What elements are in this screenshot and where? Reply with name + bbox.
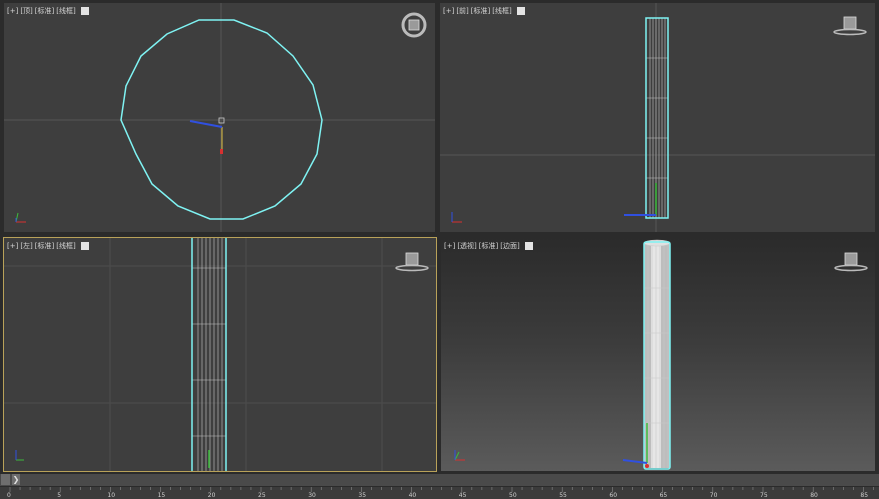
transform-gizmo-icon: [189, 117, 225, 154]
time-slider-handle[interactable]: [1, 474, 10, 485]
frame-ruler[interactable]: 0 5 10 15 20 25 30 35 40 45 50 55 60 65 70 75 80 85: [0, 487, 879, 499]
viewport-display-mode[interactable]: [边面]: [500, 240, 519, 252]
cylinder-front-wire: [646, 18, 668, 218]
ruler-tick-label: 45: [458, 492, 467, 499]
viewcube-icon[interactable]: [400, 11, 428, 39]
ruler-tick-label: 10: [107, 492, 116, 499]
viewcube-icon[interactable]: [395, 251, 429, 273]
viewport-display-mode[interactable]: [线框]: [492, 5, 511, 17]
viewport-top[interactable]: [+] [顶] [标准] [线框]: [3, 2, 436, 233]
viewport-left[interactable]: [+] [左] [标准] [线框]: [3, 237, 437, 472]
viewport-shading-standard[interactable]: [标准]: [471, 5, 490, 17]
viewcube-icon[interactable]: [833, 15, 867, 37]
viewport-display-mode[interactable]: [线框]: [56, 240, 75, 252]
viewport-menu-plus[interactable]: [+]: [444, 240, 455, 252]
ruler-tick-label: 80: [810, 492, 818, 499]
viewcube-icon[interactable]: [834, 251, 868, 273]
left-scene: [4, 238, 436, 471]
perspective-scene: [454, 239, 671, 470]
ruler-tick-label: 0: [7, 492, 11, 499]
ruler-tick-label: 65: [659, 492, 668, 499]
viewport-view-name[interactable]: [左]: [20, 240, 32, 252]
viewport-menu-plus[interactable]: [+]: [7, 5, 18, 17]
axis-tripod-icon: [451, 212, 462, 223]
time-slider[interactable]: ❯: [0, 474, 879, 486]
ruler-ticks: [9, 487, 874, 492]
viewport-front[interactable]: [+] [前] [标准] [线框]: [439, 2, 876, 233]
viewport-view-name[interactable]: [透视]: [457, 240, 476, 252]
axis-tripod-icon: [15, 212, 26, 223]
viewport-label-left: [+] [左] [标准] [线框]: [7, 240, 89, 252]
viewport-label-perspective: [+] [透视] [标准] [边面]: [444, 240, 533, 252]
transform-gizmo-icon: [624, 183, 657, 216]
timeline-next-icon[interactable]: ❯: [12, 474, 20, 485]
ruler-tick-label: 85: [860, 492, 869, 499]
cylinder-left-wire: [192, 238, 226, 471]
axis-tripod-icon: [15, 450, 24, 461]
viewport-display-mode[interactable]: [线框]: [56, 5, 75, 17]
ruler-tick-label: 5: [57, 492, 62, 499]
viewport-perspective[interactable]: [+] [透视] [标准] [边面]: [440, 237, 876, 472]
viewport-shading-standard[interactable]: [标准]: [35, 240, 54, 252]
viewport-toggle-box[interactable]: [80, 242, 89, 250]
viewport-toggle-box[interactable]: [524, 242, 533, 250]
viewport-shading-standard[interactable]: [标准]: [35, 5, 54, 17]
viewport-toggle-box[interactable]: [516, 7, 525, 15]
ruler-tick-label: 30: [308, 492, 316, 499]
axis-tripod-icon: [454, 450, 465, 461]
ruler-tick-label: 55: [559, 492, 567, 499]
viewport-view-name[interactable]: [前]: [456, 5, 468, 17]
viewport-label-front: [+] [前] [标准] [线框]: [443, 5, 525, 17]
viewport-view-name[interactable]: [顶]: [20, 5, 32, 17]
viewport-shading-standard[interactable]: [标准]: [479, 240, 498, 252]
ruler-tick-label: 50: [509, 492, 517, 499]
top-scene: [4, 3, 435, 232]
ruler-tick-label: 75: [760, 492, 768, 499]
ruler-tick-label: 40: [408, 492, 417, 499]
ruler-tick-label: 35: [358, 492, 367, 499]
ruler-tick-label: 60: [609, 492, 618, 499]
viewport-label-top: [+] [顶] [标准] [线框]: [7, 5, 89, 17]
viewport-menu-plus[interactable]: [+]: [7, 240, 18, 252]
front-scene: [440, 3, 875, 232]
viewport-toggle-box[interactable]: [80, 7, 89, 15]
viewport-menu-plus[interactable]: [+]: [443, 5, 454, 17]
ruler-tick-label: 70: [709, 492, 718, 499]
cylinder-perspective: [643, 239, 671, 468]
ruler-tick-label: 15: [157, 492, 166, 499]
ruler-tick-label: 25: [258, 492, 266, 499]
ruler-tick-label: 20: [207, 492, 216, 499]
